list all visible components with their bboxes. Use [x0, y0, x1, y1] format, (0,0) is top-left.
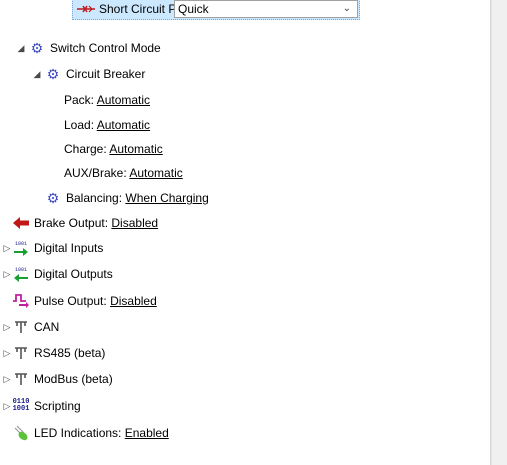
brake-output-label: Brake Output:	[34, 216, 109, 230]
can-label: CAN	[34, 320, 60, 334]
led-icon	[12, 424, 30, 442]
tree-item-charge[interactable]: Charge: Automatic	[64, 138, 163, 160]
svg-text:1001: 1001	[15, 241, 27, 247]
pulse-output-value-link[interactable]: Disabled	[110, 294, 157, 308]
tree-item-short-circuit-protection[interactable]: Short Circuit Protection: Quick ⌄	[72, 0, 360, 20]
pulse-output-label: Pulse Output:	[34, 294, 107, 308]
pulse-icon	[12, 292, 30, 310]
short-circuit-icon	[77, 0, 95, 18]
pack-value-link[interactable]: Automatic	[97, 93, 150, 107]
expand-icon[interactable]: ▷	[2, 368, 12, 390]
charge-value-link[interactable]: Automatic	[109, 142, 162, 156]
binary-icon-bottom: 1001	[12, 405, 30, 413]
collapse-icon[interactable]: ◢	[16, 37, 26, 59]
scripting-label: Scripting	[34, 399, 81, 413]
digital-outputs-label: Digital Outputs	[34, 267, 113, 281]
led-indications-label: LED Indications:	[34, 426, 122, 440]
collapse-icon[interactable]: ◢	[32, 63, 42, 85]
led-indications-value-link[interactable]: Enabled	[125, 426, 169, 440]
antenna-icon	[12, 318, 30, 336]
vertical-scrollbar[interactable]	[491, 0, 507, 465]
circuit-breaker-label: Circuit Breaker	[66, 67, 146, 81]
short-circuit-select[interactable]: Quick ⌄	[174, 0, 358, 18]
load-value-link[interactable]: Automatic	[97, 118, 150, 132]
expand-icon[interactable]: ▷	[2, 237, 12, 259]
modbus-label: ModBus (beta)	[34, 372, 113, 386]
gear-icon: ⚙	[46, 66, 60, 82]
chevron-down-icon[interactable]: ⌄	[343, 1, 351, 17]
aux-brake-label: AUX/Brake:	[64, 166, 127, 180]
digital-inputs-label: Digital Inputs	[34, 241, 104, 255]
aux-brake-value-link[interactable]: Automatic	[129, 166, 182, 180]
brake-output-value-link[interactable]: Disabled	[111, 216, 158, 230]
expand-icon[interactable]: ▷	[2, 316, 12, 338]
load-label: Load:	[64, 118, 95, 132]
expand-icon[interactable]: ▷	[2, 263, 12, 285]
binary-icon: 0110 1001	[12, 397, 30, 415]
switch-control-label: Switch Control Mode	[50, 41, 161, 55]
digital-input-icon: 1001	[12, 239, 30, 257]
short-circuit-select-value: Quick	[178, 2, 209, 16]
rs485-label: RS485 (beta)	[34, 346, 106, 360]
charge-label: Charge:	[64, 142, 107, 156]
digital-output-icon: 1001	[12, 265, 30, 283]
antenna-icon	[12, 370, 30, 388]
tree-item-pack[interactable]: Pack: Automatic	[64, 89, 150, 111]
balancing-label: Balancing:	[66, 191, 123, 205]
tree-item-load[interactable]: Load: Automatic	[64, 114, 150, 136]
expand-icon[interactable]: ▷	[2, 342, 12, 364]
gear-icon: ⚙	[46, 190, 60, 206]
gear-icon: ⚙	[30, 40, 44, 56]
antenna-icon	[12, 344, 30, 362]
settings-tree: Short Circuit Protection: Quick ⌄ ◢ ⚙ Sw…	[0, 0, 491, 465]
tree-item-aux-brake[interactable]: AUX/Brake: Automatic	[64, 162, 183, 184]
pack-label: Pack:	[64, 93, 95, 107]
balancing-value-link[interactable]: When Charging	[125, 191, 208, 205]
expand-icon[interactable]: ▷	[2, 395, 12, 417]
red-arrow-icon	[12, 214, 30, 232]
svg-text:1001: 1001	[15, 267, 27, 273]
